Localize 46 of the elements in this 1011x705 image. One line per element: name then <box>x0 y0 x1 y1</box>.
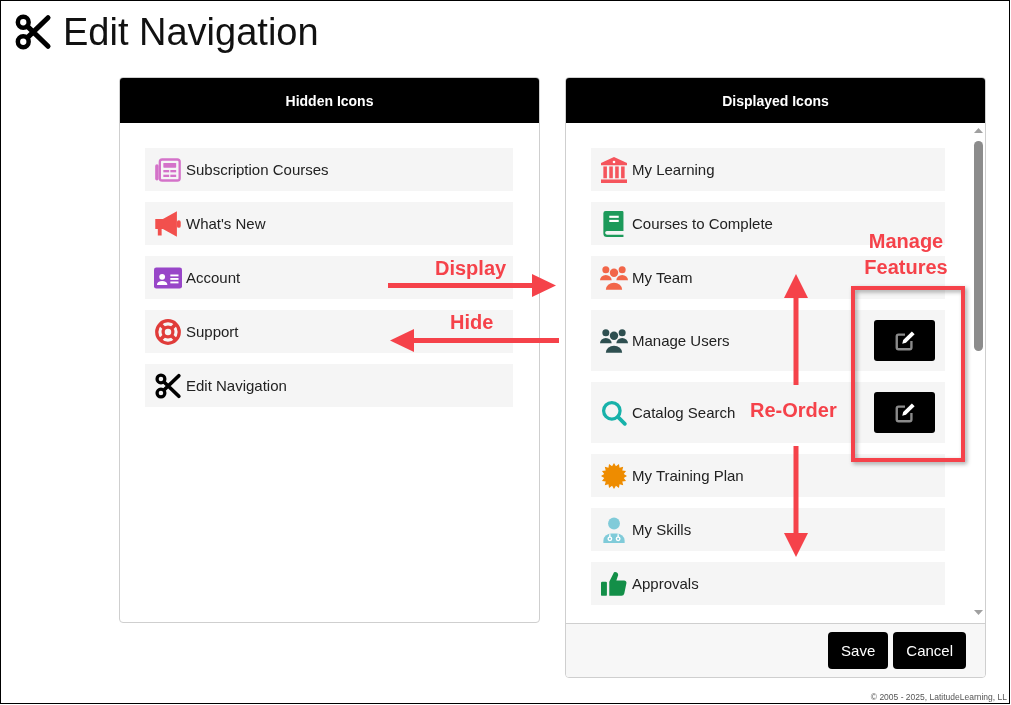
item-label: Subscription Courses <box>186 161 329 178</box>
scissors-icon <box>14 14 52 50</box>
people-group-icon <box>600 327 628 354</box>
edit-icon <box>893 401 916 424</box>
nav-list-item[interactable]: Approvals <box>591 562 945 605</box>
item-label: Edit Navigation <box>186 377 287 394</box>
footer-button[interactable]: Save <box>828 632 889 669</box>
scissors-icon <box>154 372 182 399</box>
callout-text: Display <box>435 256 507 280</box>
seal-badge-icon <box>600 462 628 489</box>
person-stethoscope-icon <box>600 516 628 543</box>
copyright-text: © 2005 - 2025, LatitudeLearning, LL <box>870 692 1007 702</box>
search-icon <box>600 399 628 426</box>
item-label: What's New <box>186 215 266 232</box>
nav-list-item[interactable]: What's New <box>145 202 513 245</box>
item-label: Manage Users <box>632 332 730 349</box>
nav-list-item[interactable]: My Learning <box>591 148 945 191</box>
item-label: My Training Plan <box>632 467 744 484</box>
thumbs-up-icon <box>600 570 628 597</box>
item-label: Courses to Complete <box>632 215 773 232</box>
newspaper-icon <box>154 156 182 183</box>
life-ring-icon <box>154 318 182 345</box>
edit-icon <box>893 329 916 352</box>
nav-list-item[interactable]: Subscription Courses <box>145 148 513 191</box>
page-title: Edit Navigation <box>63 12 319 52</box>
people-group-icon <box>600 264 628 291</box>
panel-header: Displayed Icons <box>566 78 985 123</box>
callout-text: Hide <box>450 310 494 334</box>
footer-button[interactable]: Cancel <box>893 632 966 669</box>
nav-list-item[interactable]: My Training Plan <box>591 454 945 497</box>
nav-list-item[interactable]: Edit Navigation <box>145 364 513 407</box>
columned-building-icon <box>600 156 628 183</box>
item-label: My Team <box>632 269 693 286</box>
nav-list-item[interactable]: My Skills <box>591 508 945 551</box>
edit-button[interactable] <box>874 320 935 361</box>
panel-header: Hidden Icons <box>120 78 539 123</box>
callout-text: Re-Order <box>750 398 837 422</box>
item-label: My Learning <box>632 161 715 178</box>
item-label: Support <box>186 323 239 340</box>
item-label: Account <box>186 269 241 286</box>
nav-list-item[interactable]: Manage Users <box>591 310 945 371</box>
edit-button[interactable] <box>874 392 935 433</box>
item-label: Approvals <box>632 575 699 592</box>
megaphone-icon <box>154 210 182 237</box>
item-label: My Skills <box>632 521 692 538</box>
item-label: Catalog Search <box>632 404 736 421</box>
